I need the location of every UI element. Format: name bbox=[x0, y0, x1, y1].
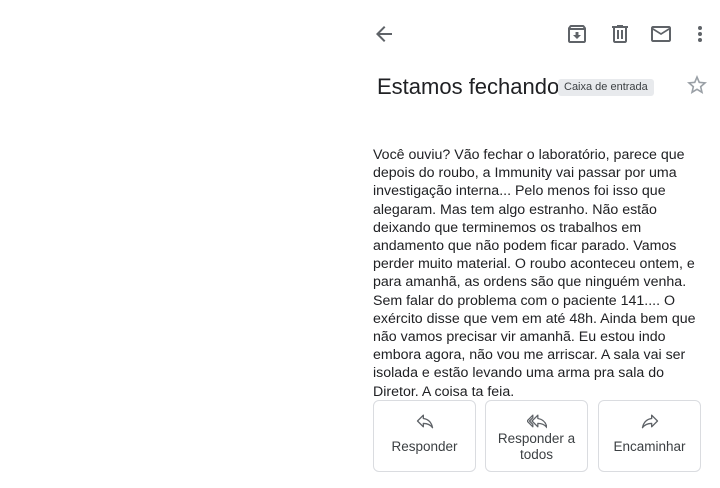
forward-button[interactable]: Encaminhar bbox=[598, 400, 701, 472]
reply-all-icon bbox=[486, 411, 587, 431]
inbox-label-chip[interactable]: Caixa de entrada bbox=[558, 79, 654, 96]
empty-left-panel bbox=[0, 0, 360, 488]
mark-unread-mail-icon[interactable] bbox=[649, 22, 673, 46]
back-arrow-icon[interactable] bbox=[372, 22, 396, 46]
forward-label: Encaminhar bbox=[613, 439, 686, 454]
archive-icon[interactable] bbox=[565, 22, 589, 46]
reply-icon bbox=[374, 411, 475, 431]
more-options-icon[interactable] bbox=[688, 22, 712, 46]
email-body: Você ouviu? Vão fechar o laboratório, pa… bbox=[373, 147, 696, 400]
subject-row: Estamos fechando Caixa de entrada bbox=[377, 72, 707, 104]
email-subject: Estamos fechando bbox=[377, 74, 560, 99]
reply-all-button[interactable]: Responder a todos bbox=[485, 400, 588, 472]
reply-label: Responder bbox=[391, 439, 458, 454]
delete-icon[interactable] bbox=[608, 22, 632, 46]
star-icon[interactable] bbox=[685, 73, 709, 97]
reply-all-label: Responder a todos bbox=[497, 431, 576, 462]
forward-icon bbox=[599, 411, 700, 431]
reply-button[interactable]: Responder bbox=[373, 400, 476, 472]
email-view: Estamos fechando Caixa de entrada Você o… bbox=[360, 0, 720, 488]
